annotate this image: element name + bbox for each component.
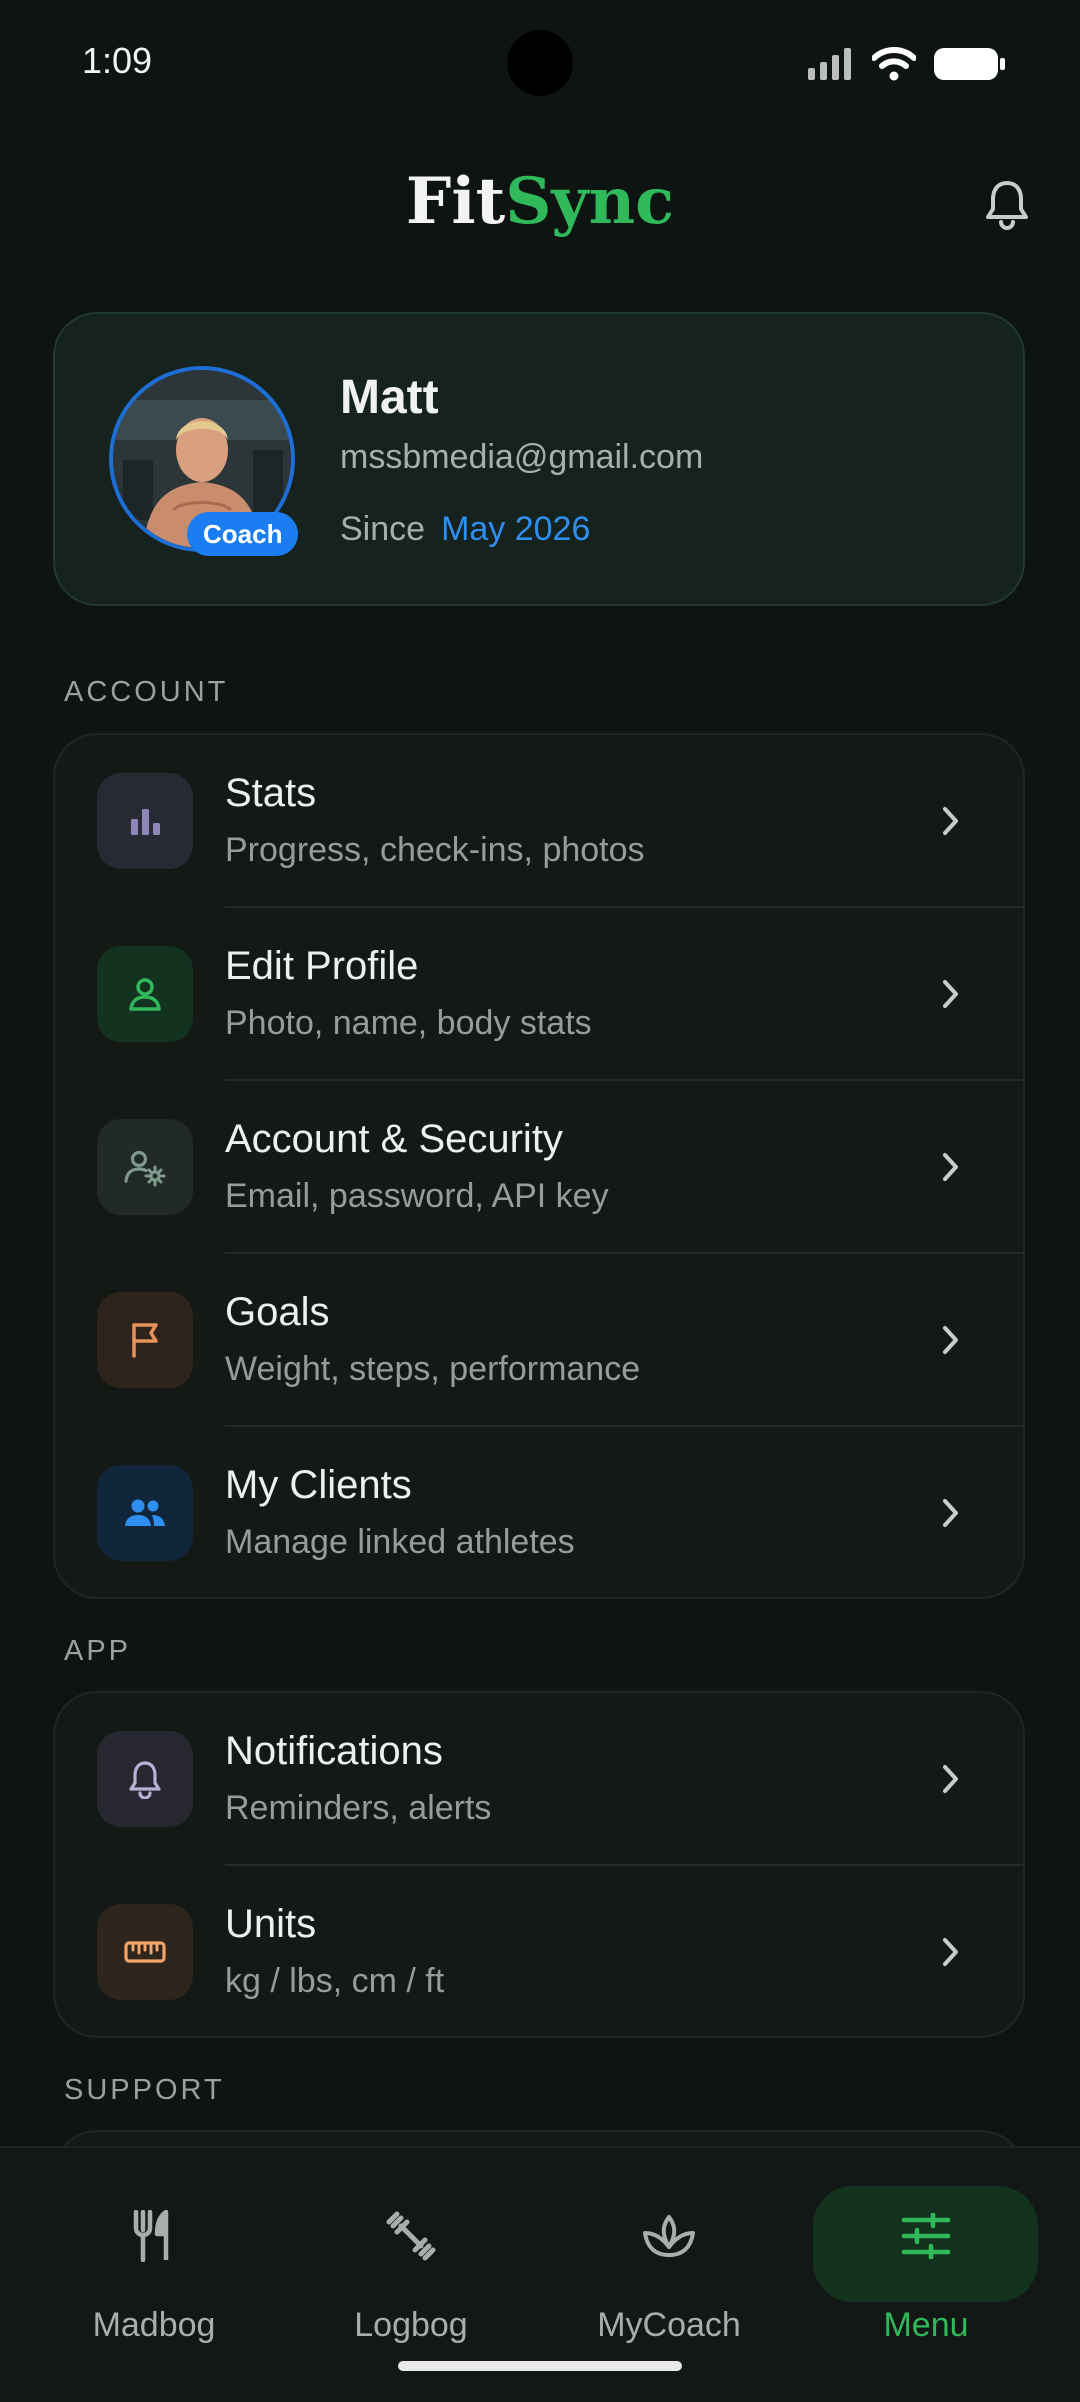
chevron-right-icon [931,974,971,1014]
nav-label: Logbog [354,2306,468,2344]
menu-item-units[interactable]: Units kg / lbs, cm / ft [55,1866,1023,2036]
menu-item-account-security[interactable]: Account & Security Email, password, API … [55,1081,1023,1254]
lotus-icon [553,2206,785,2266]
member-since-date: May 2026 [441,510,591,548]
chevron-right-icon [931,801,971,841]
nav-item-menu[interactable]: Menu [810,2186,1042,2344]
menu-item-title: Notifications [225,1729,443,1773]
section-title-account: ACCOUNT [64,676,229,708]
app-logo: FitSync [405,164,675,239]
member-since: Since May 2026 [340,510,591,548]
menu-item-title: Edit Profile [225,944,419,988]
nav-item-madbog[interactable]: Madbog [38,2186,270,2344]
status-time: 1:09 [82,40,153,81]
menu-item-title: My Clients [225,1463,412,1507]
nav-item-logbog[interactable]: Logbog [295,2186,527,2344]
front-camera [507,30,573,96]
menu-item-title: Account & Security [225,1117,563,1161]
notifications-button[interactable] [974,172,1040,238]
sliders-icon [810,2206,1042,2266]
menu-item-title: Units [225,1902,317,1946]
profile-email: mssbmedia@gmail.com [340,438,704,476]
chevron-right-icon [931,1759,971,1799]
nav-label: Madbog [92,2306,216,2344]
bell-icon [986,181,1028,230]
users-icon [97,1465,193,1561]
nav-label: Menu [883,2306,969,2344]
menu-item-subtitle: kg / lbs, cm / ft [225,1962,445,2000]
wifi-icon [872,47,916,81]
bar-chart-icon [97,773,193,869]
chevron-right-icon [931,1493,971,1533]
menu-item-title: Stats [225,771,317,815]
home-indicator [398,2361,682,2371]
menu-item-goals[interactable]: Goals Weight, steps, performance [55,1254,1023,1427]
menu-item-subtitle: Photo, name, body stats [225,1004,592,1042]
status-bar: 1:09 [0,0,1080,120]
menu-item-my-clients[interactable]: My Clients Manage linked athletes [55,1427,1023,1597]
account-group: Stats Progress, check-ins, photos Edit P… [53,733,1025,1599]
user-gear-icon [97,1119,193,1215]
menu-item-subtitle: Progress, check-ins, photos [225,831,645,869]
app-header: FitSync [0,150,1080,260]
flag-icon [97,1292,193,1388]
chevron-right-icon [931,1932,971,1972]
menu-item-title: Goals [225,1290,330,1334]
menu-item-subtitle: Reminders, alerts [225,1789,492,1827]
menu-item-edit-profile[interactable]: Edit Profile Photo, name, body stats [55,908,1023,1081]
profile-card[interactable]: Coach Matt mssbmedia@gmail.com Since May … [53,312,1025,606]
user-icon [97,946,193,1042]
nav-label: MyCoach [597,2306,741,2344]
fork-knife-icon [38,2206,270,2266]
section-title-app: APP [64,1635,132,1667]
menu-item-notifications[interactable]: Notifications Reminders, alerts [55,1693,1023,1866]
chevron-right-icon [931,1147,971,1187]
menu-item-subtitle: Manage linked athletes [225,1523,575,1561]
menu-item-subtitle: Email, password, API key [225,1177,609,1215]
ruler-icon [97,1904,193,2000]
profile-name: Matt [340,371,439,424]
bell-icon [97,1731,193,1827]
menu-item-stats[interactable]: Stats Progress, check-ins, photos [55,735,1023,908]
battery-icon [934,48,1005,80]
signal-icon [808,48,851,80]
chevron-right-icon [931,1320,971,1360]
nav-item-mycoach[interactable]: MyCoach [553,2186,785,2344]
coach-badge: Coach [187,512,299,556]
app-group: Notifications Reminders, alerts Units kg… [53,1691,1025,2038]
menu-item-subtitle: Weight, steps, performance [225,1350,641,1388]
status-icons [808,44,1006,84]
section-title-support: SUPPORT [64,2074,225,2106]
dumbbell-icon [295,2206,527,2266]
